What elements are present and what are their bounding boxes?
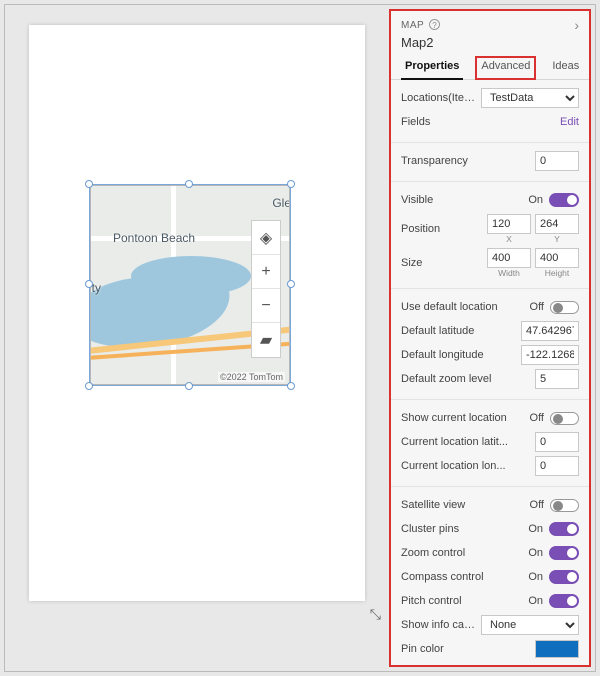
map-city-label: Pontoon Beach bbox=[113, 231, 195, 245]
tab-properties[interactable]: Properties bbox=[401, 56, 463, 80]
fields-edit-link[interactable]: Edit bbox=[560, 116, 579, 128]
size-label: Size bbox=[401, 257, 487, 269]
tab-ideas[interactable]: Ideas bbox=[548, 56, 583, 79]
use-default-toggle[interactable] bbox=[550, 301, 579, 314]
compass-toggle[interactable] bbox=[549, 570, 579, 584]
map-control[interactable]: Pontoon Beach Gle ity ◈ + − ▰ ©2022 TomT… bbox=[90, 185, 290, 385]
pitch-toggle[interactable] bbox=[549, 594, 579, 608]
map-attribution: ©2022 TomTom bbox=[218, 372, 285, 382]
default-lon-label: Default longitude bbox=[401, 349, 521, 361]
locations-label: Locations(Items) bbox=[401, 92, 481, 104]
control-name[interactable]: Map2 bbox=[391, 35, 589, 56]
zoom-in-button[interactable]: + bbox=[252, 255, 280, 289]
map-city-label: Gle bbox=[272, 196, 289, 210]
tab-advanced[interactable]: Advanced bbox=[475, 56, 536, 80]
pitch-button[interactable]: ▰ bbox=[252, 323, 280, 357]
chevron-right-icon[interactable]: › bbox=[574, 17, 579, 33]
help-icon[interactable]: ? bbox=[429, 19, 440, 30]
default-zoom-input[interactable] bbox=[535, 369, 579, 389]
info-cards-dropdown[interactable]: None bbox=[481, 615, 579, 635]
map-button-stack: ◈ + − ▰ bbox=[251, 220, 281, 358]
visible-state: On bbox=[528, 194, 543, 206]
height-input[interactable] bbox=[535, 248, 579, 268]
use-default-label: Use default location bbox=[401, 301, 530, 313]
current-lon-label: Current location lon... bbox=[401, 460, 535, 472]
canvas-area[interactable]: Pontoon Beach Gle ity ◈ + − ▰ ©2022 TomT… bbox=[15, 23, 389, 629]
transparency-label: Transparency bbox=[401, 155, 535, 167]
canvas-resize-icon[interactable]: ⤡ bbox=[370, 606, 381, 623]
default-lat-label: Default latitude bbox=[401, 325, 521, 337]
properties-panel: MAP ? › Map2 Properties Advanced Ideas L… bbox=[389, 9, 591, 667]
default-lat-input[interactable] bbox=[521, 321, 579, 341]
current-lat-input[interactable] bbox=[535, 432, 579, 452]
zoom-out-button[interactable]: − bbox=[252, 289, 280, 323]
control-type-label: MAP ? bbox=[401, 19, 440, 31]
width-input[interactable] bbox=[487, 248, 531, 268]
current-lon-input[interactable] bbox=[535, 456, 579, 476]
pos-x-input[interactable] bbox=[487, 214, 531, 234]
visible-toggle[interactable] bbox=[549, 193, 579, 207]
locations-dropdown[interactable]: TestData bbox=[481, 88, 579, 108]
pin-color-swatch[interactable] bbox=[535, 640, 579, 658]
default-lon-input[interactable] bbox=[521, 345, 579, 365]
show-current-toggle[interactable] bbox=[550, 412, 579, 425]
fields-label: Fields bbox=[401, 116, 560, 128]
show-current-label: Show current location bbox=[401, 412, 530, 424]
transparency-input[interactable] bbox=[535, 151, 579, 171]
compass-button[interactable]: ◈ bbox=[252, 221, 280, 255]
satellite-toggle[interactable] bbox=[550, 499, 579, 512]
pos-y-input[interactable] bbox=[535, 214, 579, 234]
current-lat-label: Current location latit... bbox=[401, 436, 535, 448]
app-screen: Pontoon Beach Gle ity ◈ + − ▰ ©2022 TomT… bbox=[29, 25, 365, 601]
cluster-toggle[interactable] bbox=[549, 522, 579, 536]
panel-tabs: Properties Advanced Ideas bbox=[391, 56, 589, 80]
visible-label: Visible bbox=[401, 194, 528, 206]
default-zoom-label: Default zoom level bbox=[401, 373, 535, 385]
position-label: Position bbox=[401, 223, 487, 235]
map-city-label: ity bbox=[91, 281, 101, 295]
zoom-control-toggle[interactable] bbox=[549, 546, 579, 560]
